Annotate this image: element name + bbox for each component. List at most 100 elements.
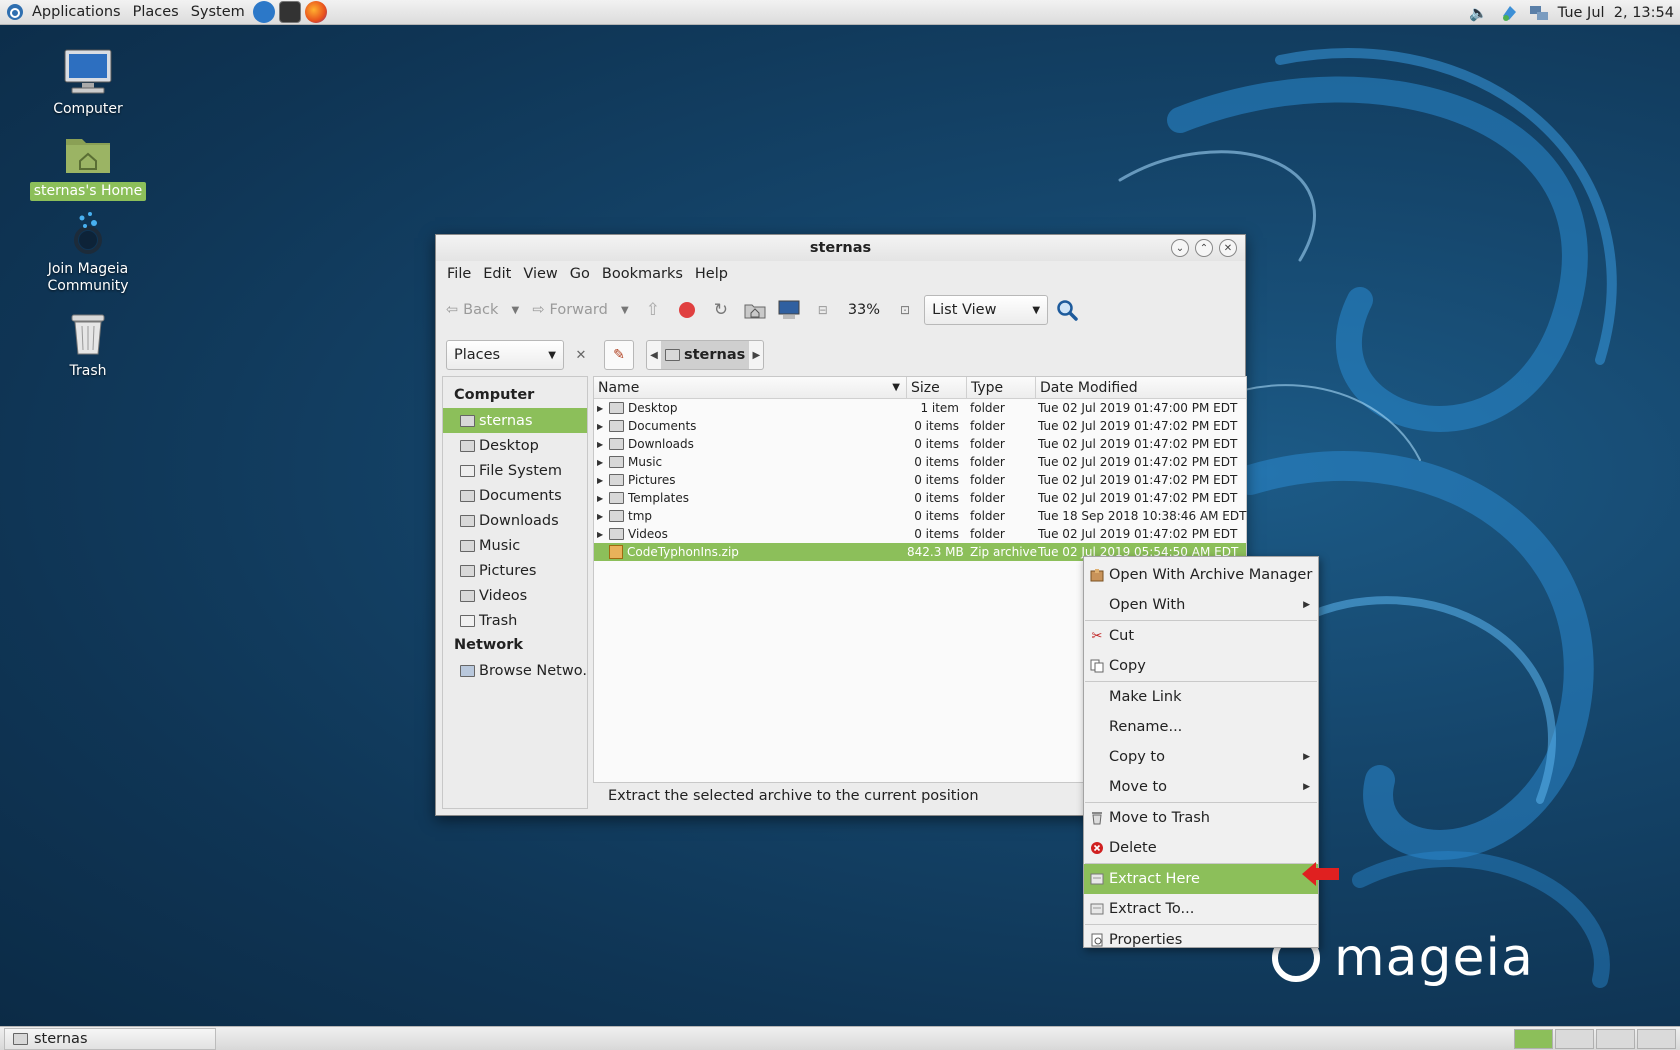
expand-arrow-icon[interactable]: ▶ <box>597 530 605 539</box>
menu-go[interactable]: Go <box>564 266 596 282</box>
menu-item-properties[interactable]: Properties <box>1084 925 1318 955</box>
menu-item-make-link[interactable]: Make Link <box>1084 682 1318 712</box>
forward-history-dropdown-icon[interactable]: ▼ <box>616 295 634 325</box>
expand-arrow-icon[interactable]: ▶ <box>597 404 605 413</box>
window-controls: ⌄ ⌃ ✕ <box>1171 239 1237 257</box>
table-row[interactable]: ▶ Downloads 0 items folder Tue 02 Jul 201… <box>594 435 1246 453</box>
column-header-label: Date Modified <box>1040 379 1138 396</box>
up-icon[interactable]: ⇧ <box>638 295 668 325</box>
menu-view[interactable]: View <box>517 266 563 282</box>
workspace-4[interactable] <box>1637 1029 1676 1049</box>
column-header-date[interactable]: Date Modified <box>1036 377 1246 398</box>
settings-launcher-icon[interactable] <box>252 1 275 23</box>
expand-arrow-icon[interactable]: ▶ <box>597 458 605 467</box>
workspace-1[interactable] <box>1514 1029 1553 1049</box>
menu-item-copy-to[interactable]: Copy to ▶ <box>1084 742 1318 772</box>
table-row[interactable]: ▶ Videos 0 items folder Tue 02 Jul 2019 0… <box>594 525 1246 543</box>
table-row[interactable]: ▶ tmp 0 items folder Tue 18 Sep 2018 10:3… <box>594 507 1246 525</box>
menu-file[interactable]: File <box>441 266 477 282</box>
menu-item-extract-to[interactable]: Extract To... <box>1084 894 1318 924</box>
sidebar-item-downloads[interactable]: Downloads <box>443 508 587 533</box>
expand-arrow-icon[interactable]: ▶ <box>597 422 605 431</box>
breadcrumb-item-sternas[interactable]: sternas <box>661 341 750 369</box>
desktop-icon-trash[interactable]: Trash <box>28 310 148 381</box>
menu-item-cut[interactable]: ✂ Cut <box>1084 621 1318 651</box>
zoom-out-icon[interactable]: ⊟ <box>808 295 838 325</box>
close-sidebar-icon[interactable]: ✕ <box>570 340 592 370</box>
network-icon[interactable] <box>1528 3 1550 23</box>
workspace-3[interactable] <box>1596 1029 1635 1049</box>
menu-item-copy[interactable]: Copy <box>1084 651 1318 681</box>
expand-arrow-icon[interactable]: ▶ <box>597 440 605 449</box>
menu-item-move-to[interactable]: Move to ▶ <box>1084 772 1318 802</box>
system-menu[interactable]: System <box>185 4 251 20</box>
file-name-cell: ▶ Downloads <box>594 437 907 451</box>
sidebar-item-file-system[interactable]: File System <box>443 458 587 483</box>
desktop-icon-join-community[interactable]: Join Mageia Community <box>28 208 148 296</box>
file-type: folder <box>970 509 1005 523</box>
menu-item-rename[interactable]: Rename... <box>1084 712 1318 742</box>
toggle-location-entry-button[interactable]: ✎ <box>604 340 634 370</box>
terminal-launcher-icon[interactable] <box>278 1 301 23</box>
sidebar-pane-select[interactable]: Places ▼ <box>446 340 564 370</box>
applications-menu[interactable]: Applications <box>26 4 127 20</box>
table-row[interactable]: ▶ Pictures 0 items folder Tue 02 Jul 2019… <box>594 471 1246 489</box>
update-applet-icon[interactable] <box>1498 3 1520 23</box>
desktop-icon-computer[interactable]: Computer <box>28 48 148 119</box>
breadcrumb-left-icon[interactable]: ◀ <box>647 350 661 361</box>
sidebar-item-music[interactable]: Music <box>443 533 587 558</box>
computer-icon[interactable] <box>774 295 804 325</box>
firefox-launcher-icon[interactable] <box>304 1 327 23</box>
menu-bookmarks[interactable]: Bookmarks <box>596 266 689 282</box>
desktop-icon-home[interactable]: sternas's Home <box>28 130 148 201</box>
menu-item-open-with-archive-manager[interactable]: Open With Archive Manager <box>1084 560 1318 590</box>
back-button[interactable]: ⇦ Back <box>442 294 502 326</box>
taskbar-label: sternas <box>34 1030 88 1047</box>
sidebar-item-desktop[interactable]: Desktop <box>443 433 587 458</box>
clock[interactable]: Tue Jul 2, 13:54 <box>1558 5 1674 21</box>
sidebar-item-browse-network[interactable]: Browse Netwo... <box>443 658 587 683</box>
menu-item-open-with[interactable]: Open With ▶ <box>1084 590 1318 620</box>
workspace-2[interactable] <box>1555 1029 1594 1049</box>
taskbar-button-sternas[interactable]: sternas <box>4 1027 216 1050</box>
view-mode-select[interactable]: List View ▼ <box>924 295 1049 325</box>
menu-edit[interactable]: Edit <box>477 266 517 282</box>
menu-item-move-to-trash[interactable]: Move to Trash <box>1084 803 1318 833</box>
places-menu[interactable]: Places <box>127 4 185 20</box>
column-header-name[interactable]: Name ▼ <box>594 377 907 398</box>
menu-item-extract-here[interactable]: Extract Here <box>1084 864 1318 894</box>
maximize-button[interactable]: ⌃ <box>1195 239 1213 257</box>
table-row[interactable]: ▶ Templates 0 items folder Tue 02 Jul 201… <box>594 489 1246 507</box>
zip-archive-icon <box>609 545 623 559</box>
breadcrumb-right-icon[interactable]: ▶ <box>749 350 763 361</box>
sidebar-item-videos[interactable]: Videos <box>443 583 587 608</box>
column-header-type[interactable]: Type <box>967 377 1036 398</box>
table-row[interactable]: ▶ Documents 0 items folder Tue 02 Jul 201… <box>594 417 1246 435</box>
sidebar-item-trash[interactable]: Trash <box>443 608 587 633</box>
column-header-size[interactable]: Size <box>907 377 967 398</box>
sidebar-item-documents[interactable]: Documents <box>443 483 587 508</box>
close-button[interactable]: ✕ <box>1219 239 1237 257</box>
search-icon[interactable] <box>1052 295 1082 325</box>
file-size: 1 item <box>920 401 959 415</box>
home-icon[interactable] <box>740 295 770 325</box>
file-type: folder <box>970 491 1005 505</box>
table-row[interactable]: ▶ Music 0 items folder Tue 02 Jul 2019 01… <box>594 453 1246 471</box>
back-history-dropdown-icon[interactable]: ▼ <box>506 295 524 325</box>
sidebar-item-sternas[interactable]: sternas <box>443 408 587 433</box>
volume-icon[interactable]: 🔈 <box>1468 3 1490 23</box>
expand-arrow-icon[interactable]: ▶ <box>597 476 605 485</box>
zoom-in-icon[interactable]: ⊡ <box>890 295 920 325</box>
reload-icon[interactable]: ↻ <box>706 295 736 325</box>
table-row[interactable]: ▶ Desktop 1 item folder Tue 02 Jul 2019 0… <box>594 399 1246 417</box>
sidebar-item-pictures[interactable]: Pictures <box>443 558 587 583</box>
expand-arrow-icon[interactable]: ▶ <box>597 512 605 521</box>
mageia-logo-icon[interactable] <box>4 2 26 22</box>
window-titlebar[interactable]: sternas ⌄ ⌃ ✕ <box>436 235 1245 261</box>
expand-arrow-icon[interactable]: ▶ <box>597 494 605 503</box>
forward-button[interactable]: ⇨ Forward <box>528 294 611 326</box>
menu-help[interactable]: Help <box>689 266 734 282</box>
stop-icon[interactable] <box>672 295 702 325</box>
menu-item-delete[interactable]: Delete <box>1084 833 1318 863</box>
minimize-button[interactable]: ⌄ <box>1171 239 1189 257</box>
